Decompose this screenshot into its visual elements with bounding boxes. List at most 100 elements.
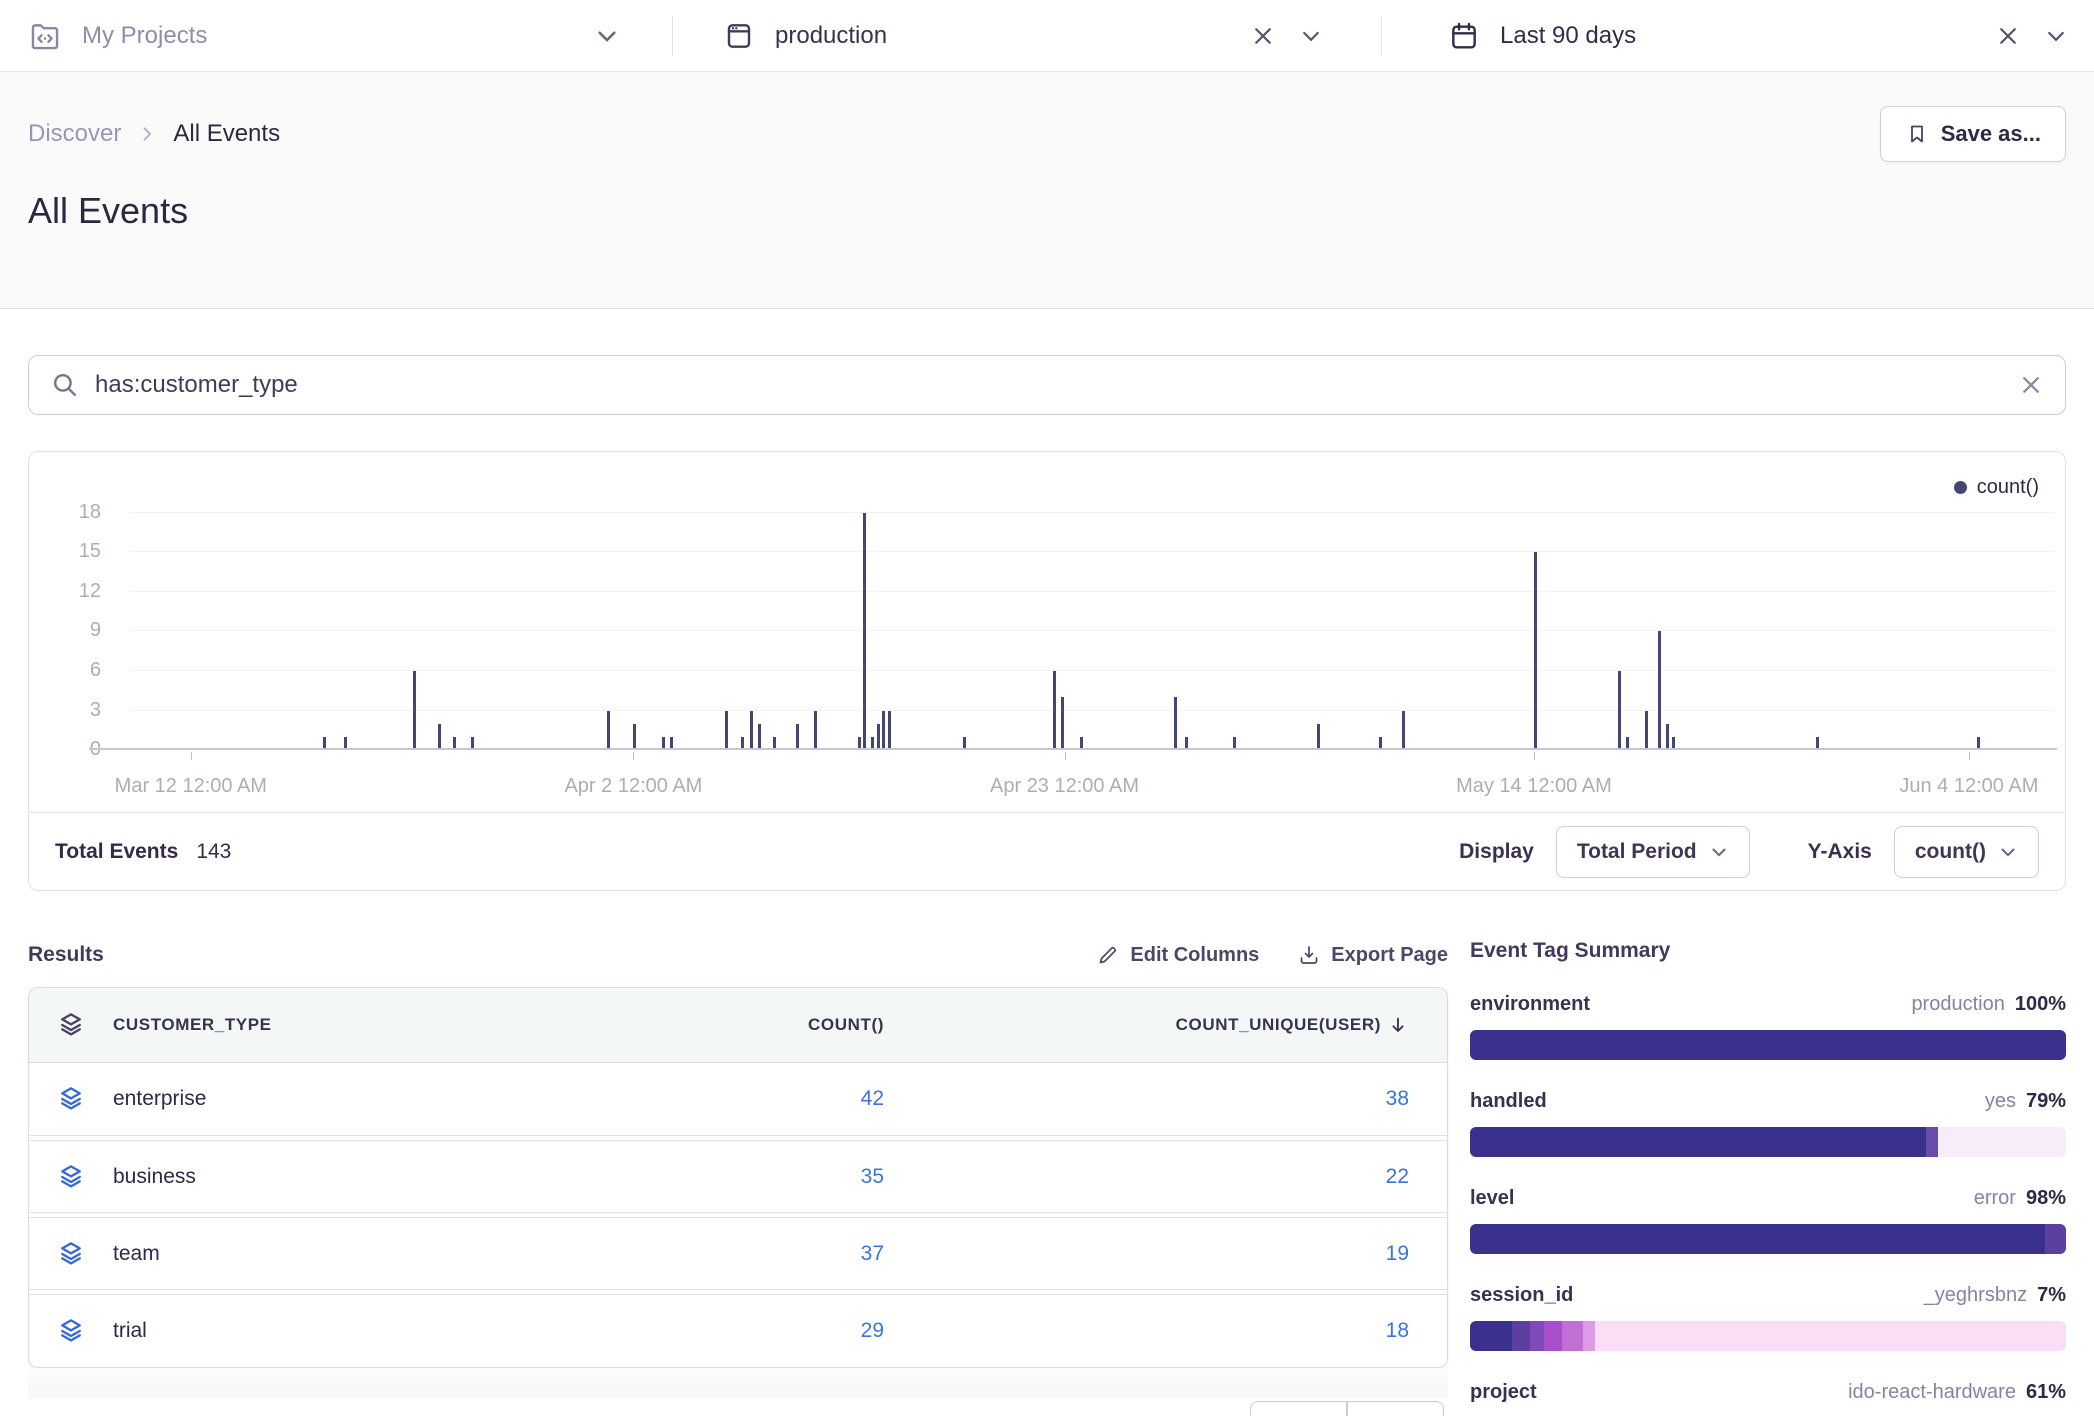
pagination-next-button[interactable]: [1347, 1401, 1444, 1416]
display-dropdown[interactable]: Total Period: [1556, 826, 1750, 878]
results-heading: Results: [28, 943, 104, 967]
projects-folder-icon: [28, 19, 62, 53]
tag-summary-heading: Event Tag Summary: [1470, 939, 2066, 963]
tag-top-value: yes: [1985, 1090, 2016, 1113]
cell-count-unique-user-link[interactable]: 22: [884, 1165, 1409, 1189]
save-as-button[interactable]: Save as...: [1880, 106, 2066, 162]
table-row: enterprise4238: [29, 1063, 1447, 1136]
pencil-icon: [1096, 943, 1120, 967]
project-filter[interactable]: My Projects: [0, 0, 672, 71]
pagination-previous-button[interactable]: [1250, 1401, 1347, 1416]
page-header: Discover All Events Save as... All Event…: [0, 72, 2094, 309]
tag-percent: 79%: [2026, 1090, 2066, 1113]
chart-bars: [141, 452, 2057, 750]
environment-filter[interactable]: production: [673, 0, 1381, 71]
tag-summary-entry: projectido-react-hardware61%: [1470, 1381, 2066, 1416]
breadcrumb-chevron-icon: [137, 124, 157, 144]
stack-icon: [29, 1316, 113, 1346]
y-axis-tick-label: 9: [29, 619, 101, 642]
cell-count-link[interactable]: 35: [564, 1165, 884, 1189]
chart-footer: Total Events 143 Display Total Period Y-…: [29, 812, 2065, 890]
y-axis-dropdown[interactable]: count(): [1894, 826, 2039, 878]
tag-bar-segment: [1512, 1321, 1530, 1351]
display-label: Display: [1459, 840, 1534, 864]
breadcrumb-discover-link[interactable]: Discover: [28, 120, 121, 148]
tag-top-value: ido-react-hardware: [1848, 1381, 2016, 1404]
column-header-customer-type[interactable]: CUSTOMER_TYPE: [113, 1015, 564, 1035]
tag-bar-segment: [1562, 1321, 1583, 1351]
y-axis-tick-label: 15: [29, 540, 101, 563]
export-page-button[interactable]: Export Page: [1297, 943, 1448, 967]
page-title: All Events: [28, 190, 2066, 232]
export-page-label: Export Page: [1331, 944, 1448, 967]
tag-distribution-bar[interactable]: [1470, 1030, 2066, 1060]
stack-icon: [29, 1162, 113, 1192]
tag-percent: 100%: [2015, 993, 2066, 1016]
chevron-down-icon[interactable]: [1299, 24, 1323, 48]
date-range-filter[interactable]: Last 90 days: [1382, 0, 2094, 71]
sort-descending-icon: [1387, 1014, 1409, 1036]
tag-top-value: production: [1911, 993, 2004, 1016]
x-axis-tick: [633, 752, 634, 760]
chart-x-axis-line: [89, 748, 2057, 750]
chart-bar: [750, 711, 753, 751]
chart-bar: [438, 724, 441, 750]
tag-bar-segment: [1938, 1127, 2066, 1157]
tag-distribution-bar[interactable]: [1470, 1127, 2066, 1157]
cell-count-link[interactable]: 42: [564, 1087, 884, 1111]
chart-bar: [863, 513, 866, 750]
cell-count-link[interactable]: 29: [564, 1319, 884, 1343]
pagination: [28, 1398, 1448, 1406]
chart-bar: [882, 711, 885, 751]
tag-name: environment: [1470, 993, 1590, 1016]
tag-distribution-bar[interactable]: [1470, 1321, 2066, 1351]
chart-plot: count() 0369121518 Mar 12 12:00 AMApr 2 …: [29, 452, 2065, 812]
edit-columns-button[interactable]: Edit Columns: [1096, 943, 1259, 967]
tag-bar-segment: [1530, 1321, 1545, 1351]
clear-environment-icon[interactable]: [1251, 24, 1275, 48]
tag-summary-entry: environment production 100%: [1470, 993, 2066, 1060]
cell-customer-type: enterprise: [113, 1087, 564, 1111]
x-axis-tick: [191, 752, 192, 760]
chart-bar: [1402, 711, 1405, 751]
cell-customer-type: business: [113, 1165, 564, 1189]
x-axis-tick-label: Mar 12 12:00 AM: [115, 775, 267, 798]
tag-top-value: error: [1974, 1187, 2016, 1210]
column-header-count-unique-user[interactable]: COUNT_UNIQUE(USER): [884, 1014, 1409, 1036]
cell-count-unique-user-link[interactable]: 38: [884, 1087, 1409, 1111]
chart-bar: [413, 671, 416, 750]
cell-count-link[interactable]: 37: [564, 1242, 884, 1266]
clear-date-icon[interactable]: [1996, 24, 2020, 48]
chevron-down-icon[interactable]: [594, 23, 620, 49]
chart-bar: [1053, 671, 1056, 750]
tag-bar-segment: [1470, 1224, 2045, 1254]
clear-search-icon[interactable]: [2019, 373, 2043, 397]
tag-name: session_id: [1470, 1284, 1573, 1307]
cell-count-unique-user-link[interactable]: 19: [884, 1242, 1409, 1266]
tag-summary-entry: session_id_yeghrsbnz7%: [1470, 1284, 2066, 1351]
results-table: CUSTOMER_TYPE COUNT() COUNT_UNIQUE(USER)…: [28, 987, 1448, 1368]
download-icon: [1297, 943, 1321, 967]
tag-percent: 7%: [2037, 1284, 2066, 1307]
results-table-header: CUSTOMER_TYPE COUNT() COUNT_UNIQUE(USER): [29, 988, 1447, 1063]
save-as-label: Save as...: [1941, 121, 2041, 147]
cell-count-unique-user-link[interactable]: 18: [884, 1319, 1409, 1343]
chart-bar: [633, 724, 636, 750]
chevron-down-icon[interactable]: [2044, 24, 2068, 48]
events-chart-panel: count() 0369121518 Mar 12 12:00 AMApr 2 …: [28, 451, 2066, 891]
y-axis-tick-label: 3: [29, 699, 101, 722]
tag-percent: 61%: [2026, 1381, 2066, 1404]
cell-customer-type: trial: [113, 1319, 564, 1343]
tag-summary-entries: environmentproduction100%handledyes79%le…: [1470, 993, 2066, 1416]
project-filter-label: My Projects: [82, 22, 207, 50]
search-input[interactable]: [95, 371, 2019, 399]
table-row: team3719: [29, 1217, 1447, 1290]
table-row: trial2918: [29, 1294, 1447, 1367]
breadcrumb: Discover All Events: [28, 120, 280, 148]
table-below-strip: [28, 1368, 1448, 1398]
tag-distribution-bar[interactable]: [1470, 1224, 2066, 1254]
event-tag-summary-panel: Event Tag Summary environment production 1…: [1470, 935, 2066, 1416]
tag-bar-segment: [1926, 1127, 1938, 1157]
column-header-count[interactable]: COUNT(): [564, 1015, 884, 1035]
chart-bar: [1317, 724, 1320, 750]
